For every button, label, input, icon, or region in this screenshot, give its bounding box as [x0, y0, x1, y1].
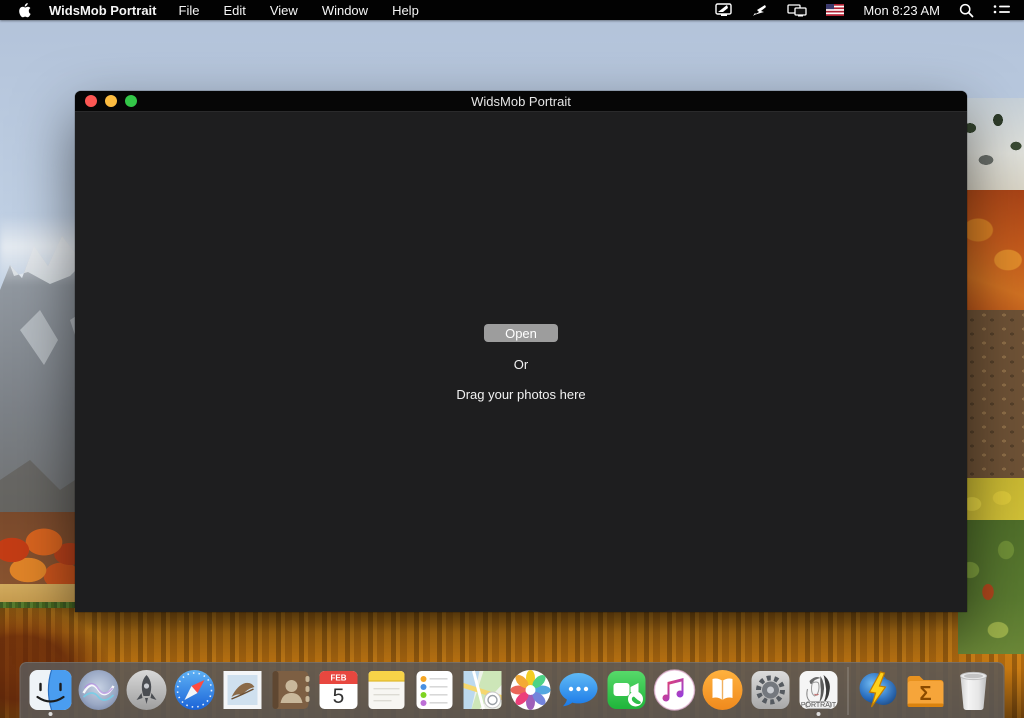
spotlight-icon[interactable] [959, 3, 974, 18]
dock-item-reminders[interactable] [412, 667, 458, 717]
messages-icon [559, 673, 598, 707]
dock-item-photos[interactable] [508, 667, 554, 717]
itunes-icon [653, 669, 696, 711]
notes-icon [368, 671, 405, 709]
dock-item-notes[interactable] [364, 667, 410, 717]
dock: FEB 5 PORTRAIT Σ [19, 662, 1005, 718]
desktop: WidsMob Portrait File Edit View Window H… [0, 0, 1024, 718]
dock-item-messages[interactable] [556, 667, 602, 717]
dock-item-siri[interactable] [76, 667, 122, 717]
contacts-icon [272, 671, 310, 709]
apple-menu[interactable] [18, 2, 31, 18]
wallpaper-right-autumn-slope [958, 190, 1024, 318]
mail-icon [223, 671, 262, 709]
siri-icon [78, 670, 119, 710]
menubar-clock[interactable]: Mon 8:23 AM [863, 3, 940, 18]
running-indicator [816, 712, 821, 716]
open-button[interactable]: Open [484, 324, 558, 342]
dock-item-maps[interactable] [460, 667, 506, 717]
apple-icon [19, 2, 31, 17]
notification-center-icon[interactable] [993, 4, 1010, 17]
running-indicator [48, 712, 53, 716]
menu-edit[interactable]: Edit [223, 3, 245, 18]
dual-displays-icon[interactable] [787, 3, 808, 17]
safari-icon [174, 670, 215, 710]
lightning-app-icon [859, 671, 897, 708]
dock-item-widsmob-portrait[interactable]: PORTRAIT [796, 667, 842, 717]
dock-item-system-preferences[interactable] [748, 667, 794, 717]
menu-window[interactable]: Window [322, 3, 368, 18]
portrait-badge-text: PORTRAIT [801, 702, 837, 709]
sigma-folder-icon: Σ [907, 676, 944, 707]
widsmob-portrait-icon: PORTRAIT [799, 671, 838, 709]
display-flag-icon[interactable] [715, 3, 733, 17]
or-label: Or [513, 357, 529, 372]
finder-icon [29, 669, 72, 711]
trash-icon [960, 671, 987, 711]
menu-help[interactable]: Help [392, 3, 419, 18]
svg-text:Σ: Σ [919, 683, 931, 705]
dock-item-trash[interactable] [951, 667, 997, 717]
window-title: WidsMob Portrait [471, 93, 571, 109]
window-content: Open Or Drag your photos here [75, 111, 967, 612]
svg-text:FEB: FEB [331, 674, 347, 683]
system-preferences-icon [751, 671, 790, 709]
maps-icon [463, 670, 502, 710]
menu-file[interactable]: File [179, 3, 200, 18]
menu-view[interactable]: View [270, 3, 298, 18]
dock-item-sigma-folder[interactable]: Σ [903, 667, 949, 717]
window-titlebar[interactable]: WidsMob Portrait [75, 91, 967, 111]
dock-item-lightning-app[interactable] [855, 667, 901, 717]
dock-item-safari[interactable] [172, 667, 218, 717]
dock-item-contacts[interactable] [268, 667, 314, 717]
active-app-name[interactable]: WidsMob Portrait [49, 3, 157, 18]
dock-item-books[interactable] [700, 667, 746, 717]
photos-icon [510, 670, 551, 710]
dock-item-facetime[interactable] [604, 667, 650, 717]
wallpaper-right-snow-ridge [958, 98, 1024, 198]
facetime-icon [607, 671, 646, 709]
wallpaper-right-rocky-slope [958, 310, 1024, 488]
calendar-icon: FEB 5 [319, 671, 358, 709]
dock-item-mail[interactable] [220, 667, 266, 717]
dock-separator [847, 667, 849, 715]
us-flag-icon[interactable] [826, 4, 845, 16]
menu-bar: WidsMob Portrait File Edit View Window H… [0, 0, 1024, 20]
reminders-icon [416, 671, 453, 709]
launchpad-icon [126, 670, 167, 710]
dock-item-finder[interactable] [28, 667, 74, 717]
dock-item-launchpad[interactable] [124, 667, 170, 717]
drag-photos-hint: Drag your photos here [456, 387, 586, 402]
books-icon [702, 670, 743, 710]
dock-item-calendar[interactable]: FEB 5 [316, 667, 362, 717]
dock-item-itunes[interactable] [652, 667, 698, 717]
wallpaper-right-green-trees [958, 520, 1024, 654]
pointer-icon[interactable] [752, 3, 768, 17]
svg-text:5: 5 [333, 685, 345, 708]
widsmob-portrait-window: WidsMob Portrait Open Or Drag your photo… [75, 91, 967, 612]
